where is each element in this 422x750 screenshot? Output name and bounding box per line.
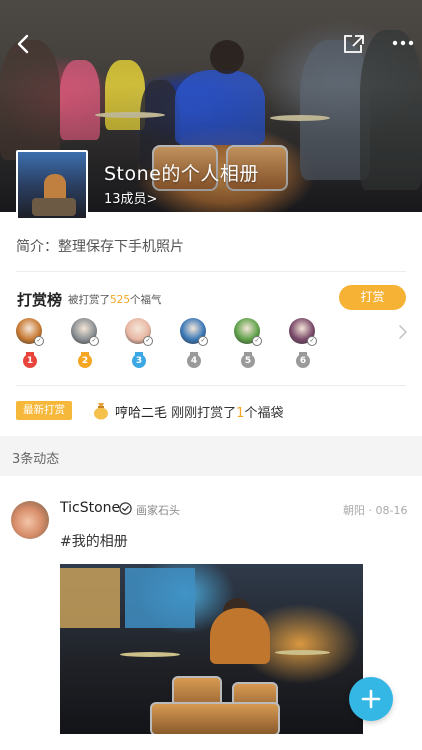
rank-medal-icon: 1 [23, 352, 37, 368]
reward-board-subtitle: 被打赏了525个福气 [68, 292, 162, 307]
rank-medal-icon: 5 [241, 352, 255, 368]
post-caption[interactable]: #我的相册 [60, 531, 128, 551]
album-title: Stone的个人相册 [104, 163, 259, 185]
reward-count: 525 [110, 294, 131, 306]
photo-drum [150, 702, 280, 734]
rank-item[interactable]: ✓ 6 [289, 318, 317, 374]
rank-medal-icon: 3 [132, 352, 146, 368]
more-icon[interactable] [391, 38, 415, 48]
latest-tip-action: 刚刚打赏了 [167, 406, 237, 421]
latest-tip-user[interactable]: 哼哈二毛 [115, 406, 167, 421]
rank-item[interactable]: ✓ 2 [71, 318, 99, 374]
add-post-button[interactable] [349, 677, 393, 721]
post-user-tag: 画家石头 [136, 504, 180, 517]
post-username[interactable]: TicStone [60, 500, 120, 516]
rank-medal-icon: 2 [78, 352, 92, 368]
rank-item[interactable]: ✓ 5 [234, 318, 262, 374]
rank-item[interactable]: ✓ 4 [180, 318, 208, 374]
latest-tip-suffix: 个福袋 [244, 406, 284, 421]
rank-number: 3 [132, 354, 146, 368]
divider [16, 271, 406, 272]
rank-medal-icon: 4 [187, 352, 201, 368]
reward-rank-list: ✓ 1 ✓ 2 ✓ 3 ✓ 4 ✓ 5 ✓ 6 [16, 318, 356, 374]
album-members-link[interactable]: 13成员> [104, 188, 157, 207]
tip-button[interactable]: 打赏 [339, 285, 406, 310]
plus-icon [361, 689, 381, 709]
reward-board-title: 打赏榜 [17, 291, 63, 309]
thumbnail-drums [32, 198, 76, 216]
photo-drummer [210, 608, 270, 664]
photo-window [125, 568, 195, 628]
post-meta: 朝阳 · 08-16 [343, 504, 408, 517]
photo-cymbal [275, 650, 330, 655]
rank-medal-icon: 6 [296, 352, 310, 368]
rank-number: 1 [23, 354, 37, 368]
latest-tip-text: 哼哈二毛 刚刚打赏了1个福袋 [115, 402, 283, 421]
album-intro: 简介：整理保存下手机照片 [16, 239, 184, 255]
verify-badge-icon: ✓ [307, 336, 317, 346]
bag-icon [94, 403, 108, 420]
share-icon[interactable] [343, 34, 365, 54]
verify-badge-icon: ✓ [89, 336, 99, 346]
rank-number: 2 [78, 354, 92, 368]
verify-icon [119, 502, 132, 515]
verify-badge-icon: ✓ [143, 336, 153, 346]
divider [16, 385, 406, 386]
reward-subtitle-suffix: 个福气 [130, 294, 162, 306]
photo-window [60, 568, 120, 628]
rank-number: 6 [296, 354, 310, 368]
feed-section-bar [0, 436, 422, 476]
feed-count-label: 3条动态 [12, 452, 60, 467]
rank-item[interactable]: ✓ 1 [16, 318, 44, 374]
rank-number: 4 [187, 354, 201, 368]
verify-badge-icon: ✓ [198, 336, 208, 346]
chevron-right-icon[interactable] [398, 324, 408, 340]
rank-number: 5 [241, 354, 255, 368]
verify-badge-icon: ✓ [252, 336, 262, 346]
verify-badge-icon: ✓ [34, 336, 44, 346]
back-icon[interactable] [12, 32, 36, 56]
album-thumbnail[interactable] [16, 150, 88, 220]
rank-item[interactable]: ✓ 3 [125, 318, 153, 374]
latest-tip-badge: 最新打赏 [16, 401, 72, 420]
avatar[interactable] [11, 501, 49, 539]
post-photo[interactable] [60, 564, 363, 734]
photo-cymbal [120, 652, 180, 657]
reward-subtitle-prefix: 被打赏了 [68, 294, 110, 306]
